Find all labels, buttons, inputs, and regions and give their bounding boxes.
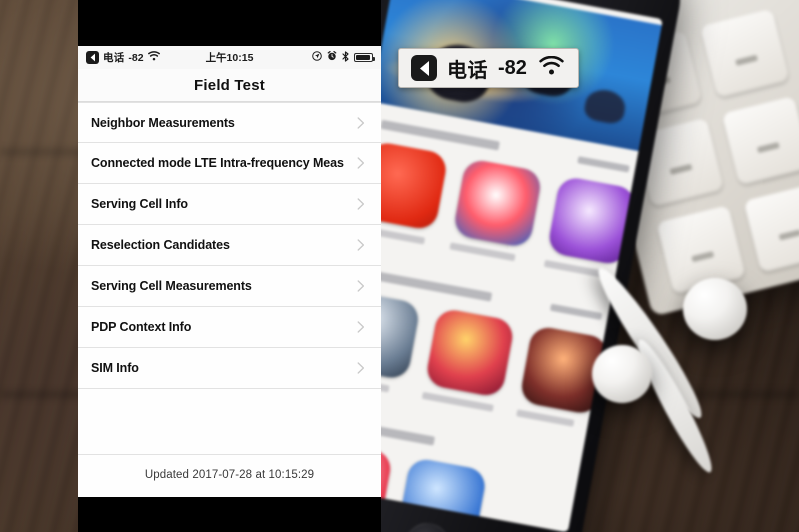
chevron-right-icon: [357, 198, 365, 210]
list-item-label: PDP Context Info: [91, 320, 192, 334]
chevron-right-icon: [357, 239, 365, 251]
app-caption: [543, 259, 605, 278]
battery-icon: [354, 53, 375, 62]
chevron-right-icon: [357, 157, 365, 169]
list-item-label: Neighbor Measurements: [91, 115, 235, 130]
list-item-serving-cell-measurements[interactable]: Serving Cell Measurements: [78, 266, 381, 307]
app-icon: [424, 307, 516, 399]
back-chevron-badge-icon[interactable]: [86, 51, 99, 64]
app-icon: [396, 456, 488, 532]
app-icon: [452, 157, 544, 249]
location-arrow-icon: [312, 51, 322, 64]
callout-rssi-label: -82: [498, 56, 527, 79]
bluetooth-icon: [342, 50, 349, 65]
updated-footer: Updated 2017-07-28 at 10:15:29: [78, 455, 381, 495]
list-item-pdp-context-info[interactable]: PDP Context Info: [78, 307, 381, 348]
list-item-label: Serving Cell Info: [91, 197, 188, 211]
navigation-bar: Field Test: [78, 69, 381, 102]
list-item-serving-cell-info[interactable]: Serving Cell Info: [78, 184, 381, 225]
magnified-status-callout: 电话 -82: [398, 48, 579, 88]
wifi-icon: [539, 55, 564, 80]
page-title: Field Test: [194, 76, 265, 94]
list-item-label: SIM Info: [91, 361, 139, 375]
callout-carrier-label: 电话: [447, 59, 488, 82]
chevron-right-icon: [357, 116, 365, 129]
list-item-reselection-candidates[interactable]: Reselection Candidates: [78, 225, 381, 266]
app-caption: [516, 409, 575, 427]
list-item-label: Reselection Candidates: [91, 238, 230, 252]
app-caption: [449, 242, 516, 262]
updated-timestamp: Updated 2017-07-28 at 10:15:29: [144, 469, 315, 481]
earbud: [683, 278, 747, 340]
list-item-label: Serving Cell Measurements: [91, 279, 252, 293]
keyboard-key: [700, 8, 790, 99]
earbud: [592, 345, 652, 403]
back-chevron-badge-icon[interactable]: [411, 55, 437, 81]
app-store-more-link: [577, 156, 630, 173]
keyboard-key: [721, 95, 799, 186]
chevron-right-icon: [357, 321, 365, 333]
status-rssi-label: -82: [128, 51, 144, 64]
keyboard-key: [743, 183, 799, 273]
chevron-right-icon: [357, 362, 365, 374]
chevron-right-icon: [357, 280, 365, 292]
app-store-more-link: [549, 303, 603, 321]
list-bottom-spacer: [78, 389, 381, 455]
app-icon: [546, 175, 638, 267]
status-bar: 电话 -82 上午10:15: [78, 46, 381, 69]
field-test-app: 电话 -82 上午10:15 Field Test Neighbor Measu…: [78, 46, 381, 497]
list-item-label: Connected mode LTE Intra-frequency Meas: [91, 156, 344, 170]
list-item-connected-mode-lte-intra-frequency-meas[interactable]: Connected mode LTE Intra-frequency Meas: [78, 143, 381, 184]
home-button: [401, 519, 453, 532]
status-carrier-label: 电话: [103, 52, 125, 64]
alarm-clock-icon: [327, 50, 337, 64]
field-test-menu-list: Neighbor Measurements Connected mode LTE…: [78, 102, 381, 455]
wifi-icon: [147, 51, 160, 64]
screenshot-overlay: 电话 -82 上午10:15 Field Test Neighbor Measu…: [78, 0, 381, 532]
list-item-sim-info[interactable]: SIM Info: [78, 348, 381, 389]
list-item-neighbor-measurements[interactable]: Neighbor Measurements: [78, 102, 381, 143]
